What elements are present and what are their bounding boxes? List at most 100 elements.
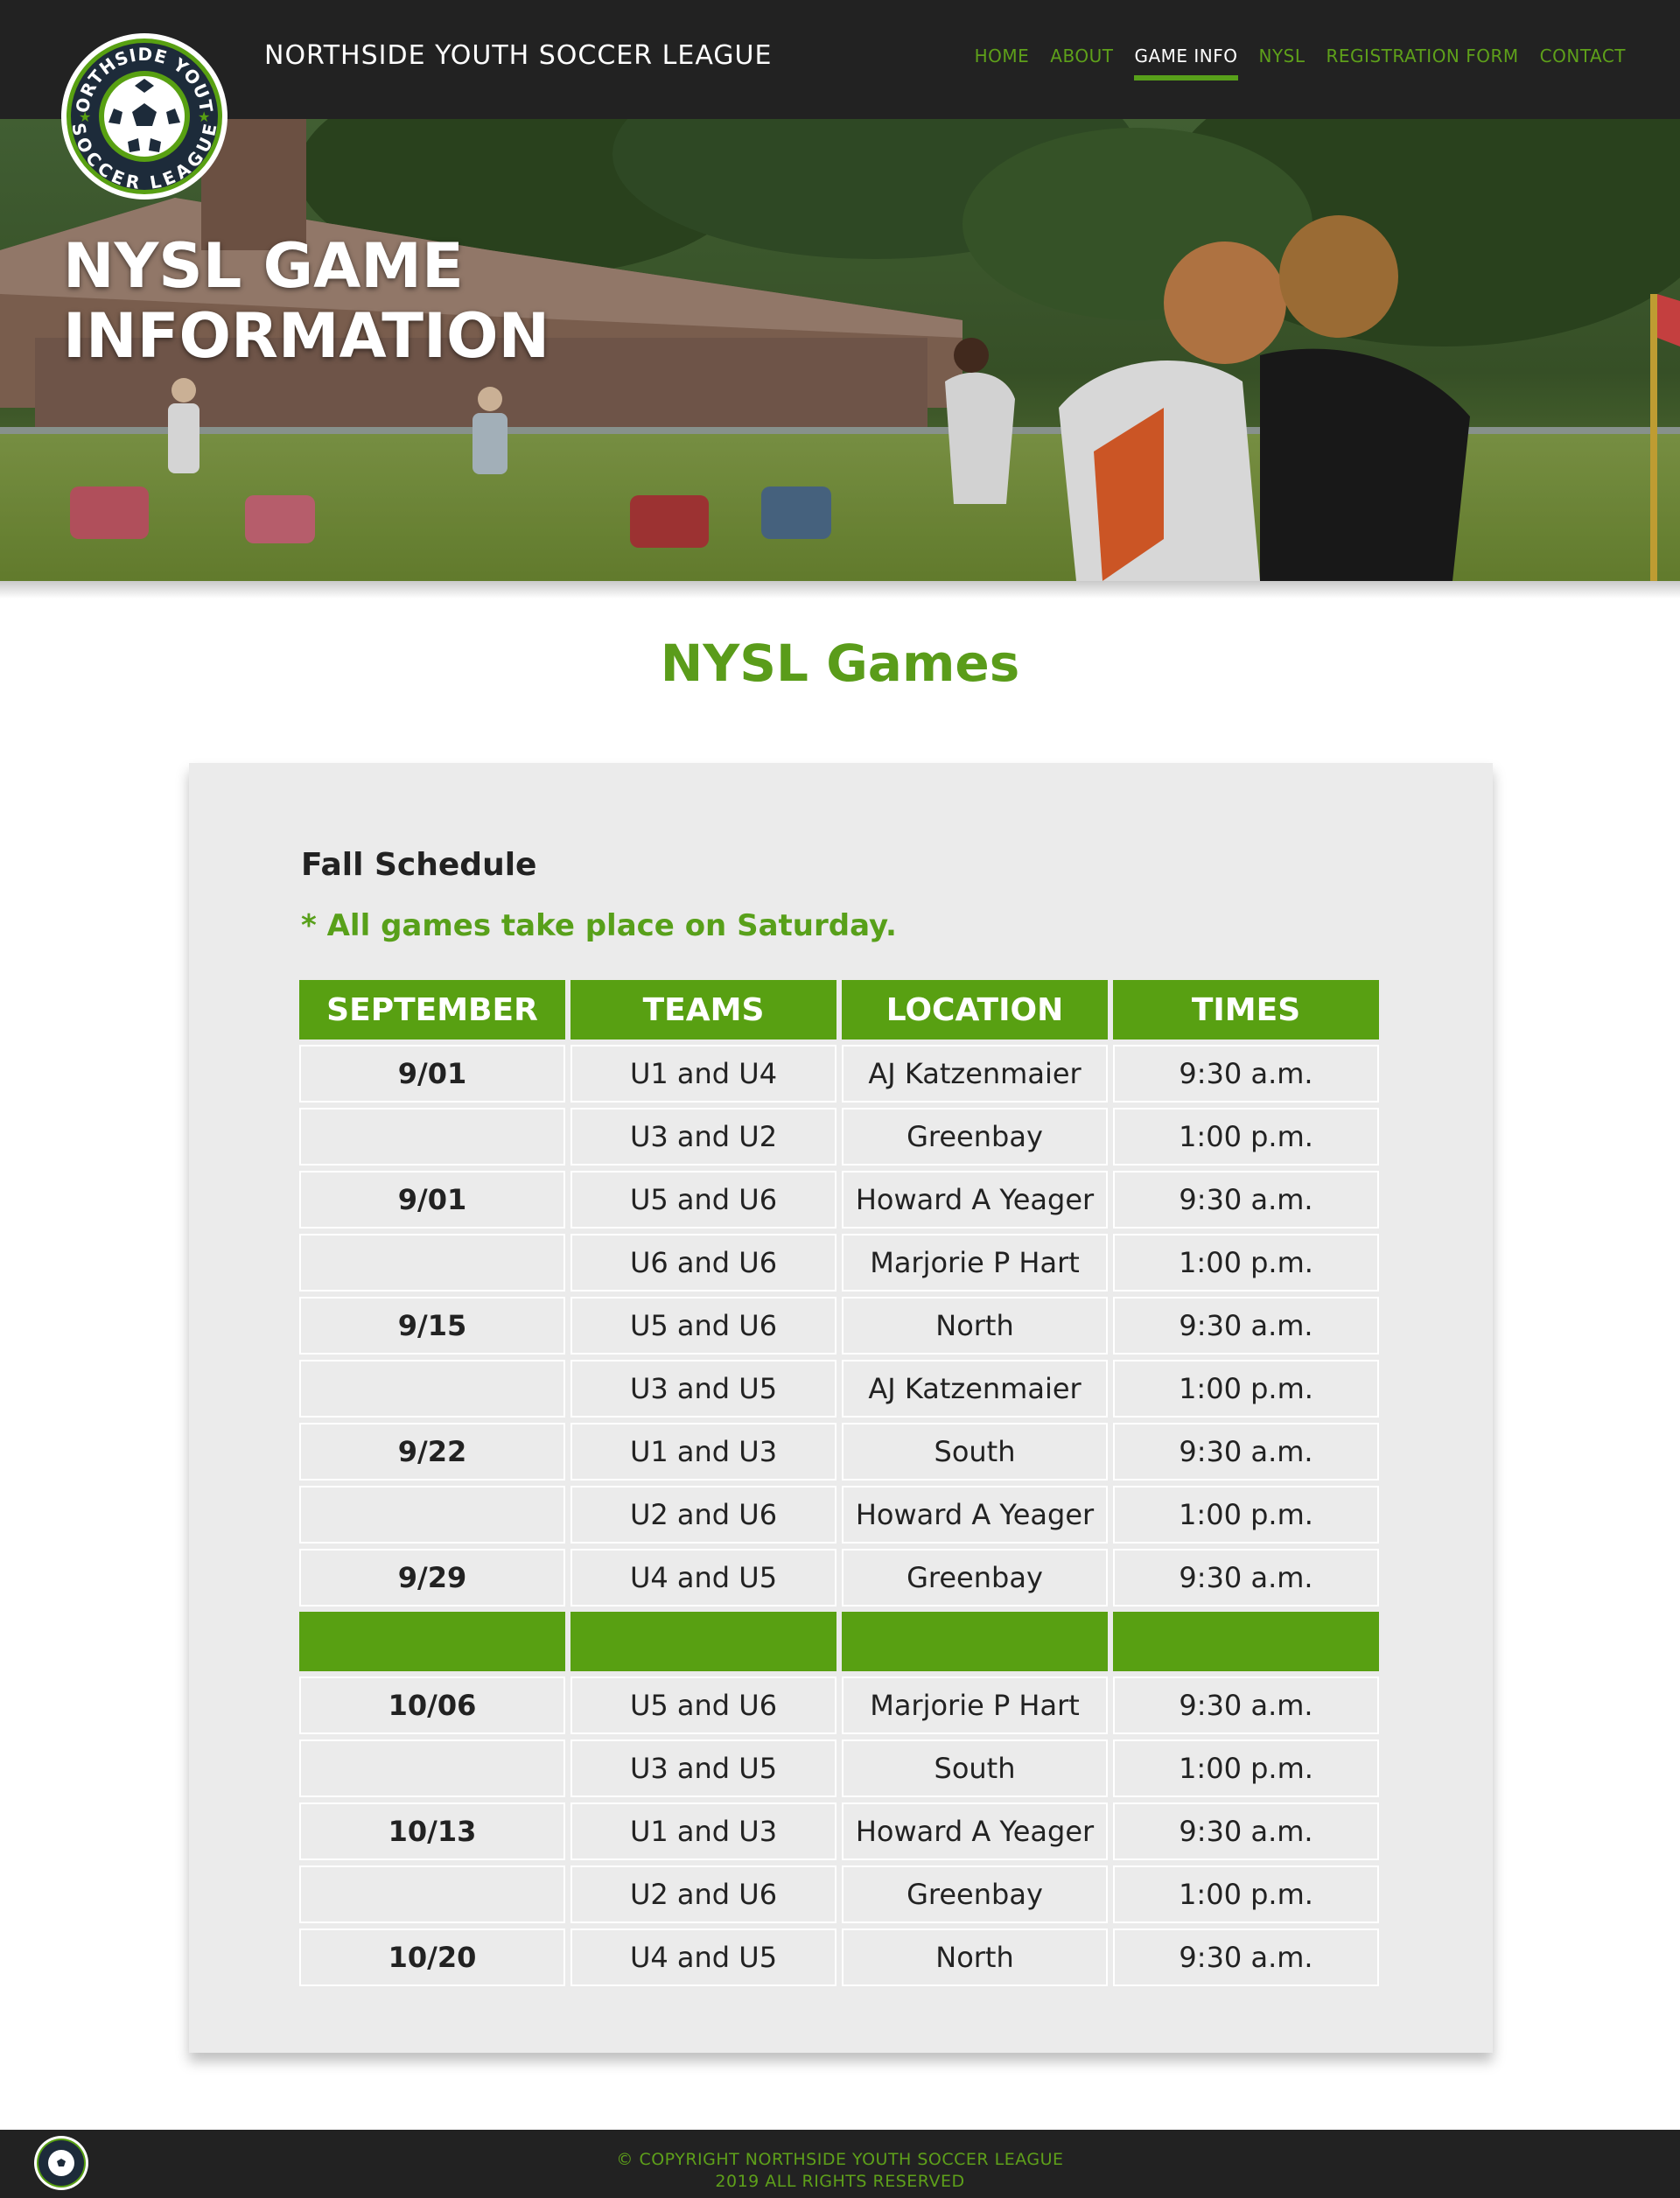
table-row: U3 and U5 South 1:00 p.m. (299, 1740, 1381, 1797)
site-title[interactable]: NORTHSIDE YOUTH SOCCER LEAGUE (264, 40, 772, 71)
hero-title-line-2: INFORMATION (63, 300, 550, 372)
separator-cell (570, 1612, 836, 1671)
date-cell (299, 1234, 565, 1292)
month-separator-row (299, 1612, 1381, 1671)
teams-cell: U4 and U5 (570, 1928, 836, 1986)
location-cell: Greenbay (842, 1549, 1108, 1606)
location-cell: AJ Katzenmaier (842, 1360, 1108, 1418)
nav-nysl[interactable]: NYSL (1259, 46, 1306, 75)
location-cell: Greenbay (842, 1108, 1108, 1166)
time-cell: 1:00 p.m. (1113, 1740, 1379, 1797)
teams-cell: U5 and U6 (570, 1297, 836, 1354)
date-cell (299, 1740, 565, 1797)
table-row: U3 and U2 Greenbay 1:00 p.m. (299, 1108, 1381, 1166)
table-row: U2 and U6 Howard A Yeager 1:00 p.m. (299, 1486, 1381, 1544)
teams-cell: U3 and U5 (570, 1360, 836, 1418)
time-cell: 9:30 a.m. (1113, 1802, 1379, 1860)
date-cell (299, 1486, 565, 1544)
teams-cell: U3 and U2 (570, 1108, 836, 1166)
time-cell: 9:30 a.m. (1113, 1676, 1379, 1734)
copyright-line-2: 2019 ALL RIGHTS RESERVED (715, 2172, 965, 2191)
location-cell: AJ Katzenmaier (842, 1045, 1108, 1102)
date-cell: 9/29 (299, 1549, 565, 1606)
nav-home[interactable]: HOME (975, 46, 1030, 75)
column-header-teams: TEAMS (570, 980, 836, 1040)
time-cell: 1:00 p.m. (1113, 1360, 1379, 1418)
date-cell: 10/06 (299, 1676, 565, 1734)
teams-cell: U5 and U6 (570, 1171, 836, 1228)
teams-cell: U1 and U4 (570, 1045, 836, 1102)
table-row: 10/20 U4 and U5 North 9:30 a.m. (299, 1928, 1381, 1986)
hero-banner: NYSL GAME INFORMATION (0, 119, 1680, 581)
league-logo[interactable]: NORTHSIDE YOUTH SOCCER LEAGUE ★ ★ (52, 15, 229, 201)
schedule-table: SEPTEMBER TEAMS LOCATION TIMES 9/01 U1 an… (299, 980, 1381, 1992)
table-row: U6 and U6 Marjorie P Hart 1:00 p.m. (299, 1234, 1381, 1292)
time-cell: 1:00 p.m. (1113, 1108, 1379, 1166)
september-rows: 9/01 U1 and U4 AJ Katzenmaier 9:30 a.m. U3 a… (299, 1045, 1381, 1606)
location-cell: Marjorie P Hart (842, 1234, 1108, 1292)
location-cell: Howard A Yeager (842, 1802, 1108, 1860)
column-header-month: SEPTEMBER (299, 980, 565, 1040)
teams-cell: U2 and U6 (570, 1866, 836, 1923)
copyright-line-1: © COPYRIGHT NORTHSIDE YOUTH SOCCER LEAGU… (616, 2150, 1064, 2169)
site-footer: © COPYRIGHT NORTHSIDE YOUTH SOCCER LEAGU… (0, 2130, 1680, 2198)
time-cell: 9:30 a.m. (1113, 1045, 1379, 1102)
table-header-row: SEPTEMBER TEAMS LOCATION TIMES (299, 980, 1381, 1040)
teams-cell: U5 and U6 (570, 1676, 836, 1734)
page-heading: NYSL Games (660, 634, 1020, 693)
location-cell: North (842, 1297, 1108, 1354)
date-cell (299, 1866, 565, 1923)
copyright: © COPYRIGHT NORTHSIDE YOUTH SOCCER LEAGU… (0, 2149, 1680, 2193)
nav-registration-form[interactable]: REGISTRATION FORM (1326, 46, 1519, 75)
site-header: NORTHSIDE YOUTH SOCCER LEAGUE HOME ABOUT… (0, 0, 1680, 119)
hero-title: NYSL GAME INFORMATION (63, 231, 550, 371)
nav-about[interactable]: ABOUT (1050, 46, 1113, 75)
column-header-times: TIMES (1113, 980, 1379, 1040)
table-row: 10/13 U1 and U3 Howard A Yeager 9:30 a.m. (299, 1802, 1381, 1860)
table-row: 9/29 U4 and U5 Greenbay 9:30 a.m. (299, 1549, 1381, 1606)
main-nav: HOME ABOUT GAME INFO NYSL REGISTRATION F… (975, 46, 1626, 80)
location-cell: Greenbay (842, 1866, 1108, 1923)
location-cell: North (842, 1928, 1108, 1986)
table-row: 9/01 U5 and U6 Howard A Yeager 9:30 a.m. (299, 1171, 1381, 1228)
date-cell: 9/15 (299, 1297, 565, 1354)
date-cell: 10/13 (299, 1802, 565, 1860)
nav-game-info[interactable]: GAME INFO (1134, 46, 1238, 80)
svg-text:★: ★ (198, 108, 210, 125)
time-cell: 1:00 p.m. (1113, 1486, 1379, 1544)
teams-cell: U1 and U3 (570, 1423, 836, 1480)
hero-title-line-1: NYSL GAME (63, 230, 464, 302)
date-cell: 9/22 (299, 1423, 565, 1480)
date-cell: 9/01 (299, 1045, 565, 1102)
table-row: 9/22 U1 and U3 South 9:30 a.m. (299, 1423, 1381, 1480)
schedule-note: * All games take place on Saturday. (301, 908, 897, 943)
teams-cell: U3 and U5 (570, 1740, 836, 1797)
time-cell: 9:30 a.m. (1113, 1171, 1379, 1228)
table-row: 10/06 U5 and U6 Marjorie P Hart 9:30 a.m. (299, 1676, 1381, 1734)
location-cell: Howard A Yeager (842, 1486, 1108, 1544)
time-cell: 9:30 a.m. (1113, 1297, 1379, 1354)
time-cell: 1:00 p.m. (1113, 1866, 1379, 1923)
time-cell: 9:30 a.m. (1113, 1928, 1379, 1986)
date-cell: 10/20 (299, 1928, 565, 1986)
nav-contact[interactable]: CONTACT (1540, 46, 1626, 75)
separator-cell (299, 1612, 565, 1671)
date-cell (299, 1108, 565, 1166)
date-cell: 9/01 (299, 1171, 565, 1228)
time-cell: 9:30 a.m. (1113, 1423, 1379, 1480)
teams-cell: U2 and U6 (570, 1486, 836, 1544)
october-rows: 10/06 U5 and U6 Marjorie P Hart 9:30 a.m. U3… (299, 1676, 1381, 1986)
teams-cell: U1 and U3 (570, 1802, 836, 1860)
svg-text:★: ★ (79, 108, 91, 125)
table-row: U3 and U5 AJ Katzenmaier 1:00 p.m. (299, 1360, 1381, 1418)
time-cell: 9:30 a.m. (1113, 1549, 1379, 1606)
location-cell: South (842, 1423, 1108, 1480)
table-row: U2 and U6 Greenbay 1:00 p.m. (299, 1866, 1381, 1923)
column-header-location: LOCATION (842, 980, 1108, 1040)
separator-cell (1113, 1612, 1379, 1671)
location-cell: Marjorie P Hart (842, 1676, 1108, 1734)
separator-cell (842, 1612, 1108, 1671)
date-cell (299, 1360, 565, 1418)
time-cell: 1:00 p.m. (1113, 1234, 1379, 1292)
table-row: 9/15 U5 and U6 North 9:30 a.m. (299, 1297, 1381, 1354)
